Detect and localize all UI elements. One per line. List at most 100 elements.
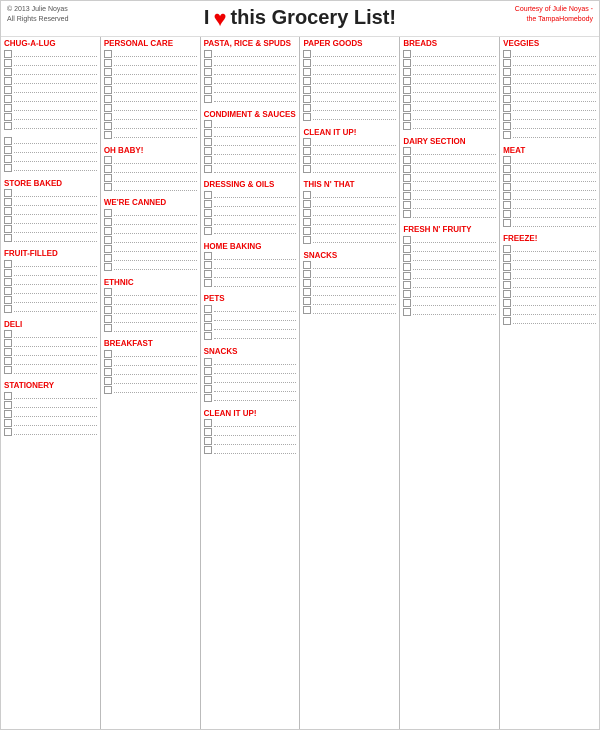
checkbox[interactable] [503,317,511,325]
checkbox[interactable] [204,147,212,155]
checkbox[interactable] [104,359,112,367]
checkbox[interactable] [4,339,12,347]
checkbox[interactable] [403,245,411,253]
checkbox[interactable] [4,207,12,215]
checkbox[interactable] [503,156,511,164]
checkbox[interactable] [503,272,511,280]
checkbox[interactable] [4,419,12,427]
checkbox[interactable] [4,296,12,304]
checkbox[interactable] [503,263,511,271]
checkbox[interactable] [4,260,12,268]
checkbox[interactable] [104,113,112,121]
checkbox[interactable] [503,299,511,307]
checkbox[interactable] [4,113,12,121]
checkbox[interactable] [403,122,411,130]
checkbox[interactable] [4,68,12,76]
checkbox[interactable] [204,385,212,393]
checkbox[interactable] [204,314,212,322]
checkbox[interactable] [403,254,411,262]
checkbox[interactable] [104,386,112,394]
checkbox[interactable] [4,155,12,163]
checkbox[interactable] [104,218,112,226]
checkbox[interactable] [503,68,511,76]
checkbox[interactable] [4,392,12,400]
checkbox[interactable] [204,428,212,436]
checkbox[interactable] [503,210,511,218]
checkbox[interactable] [204,129,212,137]
checkbox[interactable] [303,165,311,173]
checkbox[interactable] [303,113,311,121]
checkbox[interactable] [403,192,411,200]
checkbox[interactable] [104,306,112,314]
checkbox[interactable] [503,201,511,209]
checkbox[interactable] [303,270,311,278]
checkbox[interactable] [204,446,212,454]
checkbox[interactable] [403,113,411,121]
checkbox[interactable] [303,104,311,112]
checkbox[interactable] [104,350,112,358]
checkbox[interactable] [4,330,12,338]
checkbox[interactable] [4,50,12,58]
checkbox[interactable] [4,95,12,103]
checkbox[interactable] [104,368,112,376]
checkbox[interactable] [4,86,12,94]
checkbox[interactable] [403,183,411,191]
checkbox[interactable] [303,191,311,199]
checkbox[interactable] [503,281,511,289]
checkbox[interactable] [303,279,311,287]
checkbox[interactable] [204,165,212,173]
checkbox[interactable] [204,270,212,278]
checkbox[interactable] [4,198,12,206]
checkbox[interactable] [303,227,311,235]
checkbox[interactable] [303,138,311,146]
checkbox[interactable] [204,227,212,235]
checkbox[interactable] [503,308,511,316]
checkbox[interactable] [403,174,411,182]
checkbox[interactable] [104,174,112,182]
checkbox[interactable] [204,191,212,199]
checkbox[interactable] [503,113,511,121]
checkbox[interactable] [4,287,12,295]
checkbox[interactable] [403,156,411,164]
checkbox[interactable] [204,261,212,269]
checkbox[interactable] [303,95,311,103]
checkbox[interactable] [4,401,12,409]
checkbox[interactable] [403,272,411,280]
checkbox[interactable] [403,201,411,209]
checkbox[interactable] [503,165,511,173]
checkbox[interactable] [204,156,212,164]
checkbox[interactable] [4,225,12,233]
checkbox[interactable] [303,68,311,76]
checkbox[interactable] [503,219,511,227]
checkbox[interactable] [4,234,12,242]
checkbox[interactable] [303,218,311,226]
checkbox[interactable] [104,50,112,58]
checkbox[interactable] [204,120,212,128]
checkbox[interactable] [4,410,12,418]
checkbox[interactable] [104,59,112,67]
checkbox[interactable] [204,332,212,340]
checkbox[interactable] [403,165,411,173]
checkbox[interactable] [104,95,112,103]
checkbox[interactable] [403,263,411,271]
checkbox[interactable] [403,147,411,155]
checkbox[interactable] [104,183,112,191]
checkbox[interactable] [204,138,212,146]
checkbox[interactable] [204,252,212,260]
checkbox[interactable] [403,77,411,85]
checkbox[interactable] [204,86,212,94]
checkbox[interactable] [104,324,112,332]
checkbox[interactable] [503,131,511,139]
checkbox[interactable] [204,437,212,445]
checkbox[interactable] [503,104,511,112]
checkbox[interactable] [403,68,411,76]
checkbox[interactable] [104,122,112,130]
checkbox[interactable] [104,104,112,112]
checkbox[interactable] [303,236,311,244]
checkbox[interactable] [204,95,212,103]
checkbox[interactable] [204,77,212,85]
checkbox[interactable] [4,357,12,365]
checkbox[interactable] [403,308,411,316]
checkbox[interactable] [303,156,311,164]
checkbox[interactable] [503,192,511,200]
